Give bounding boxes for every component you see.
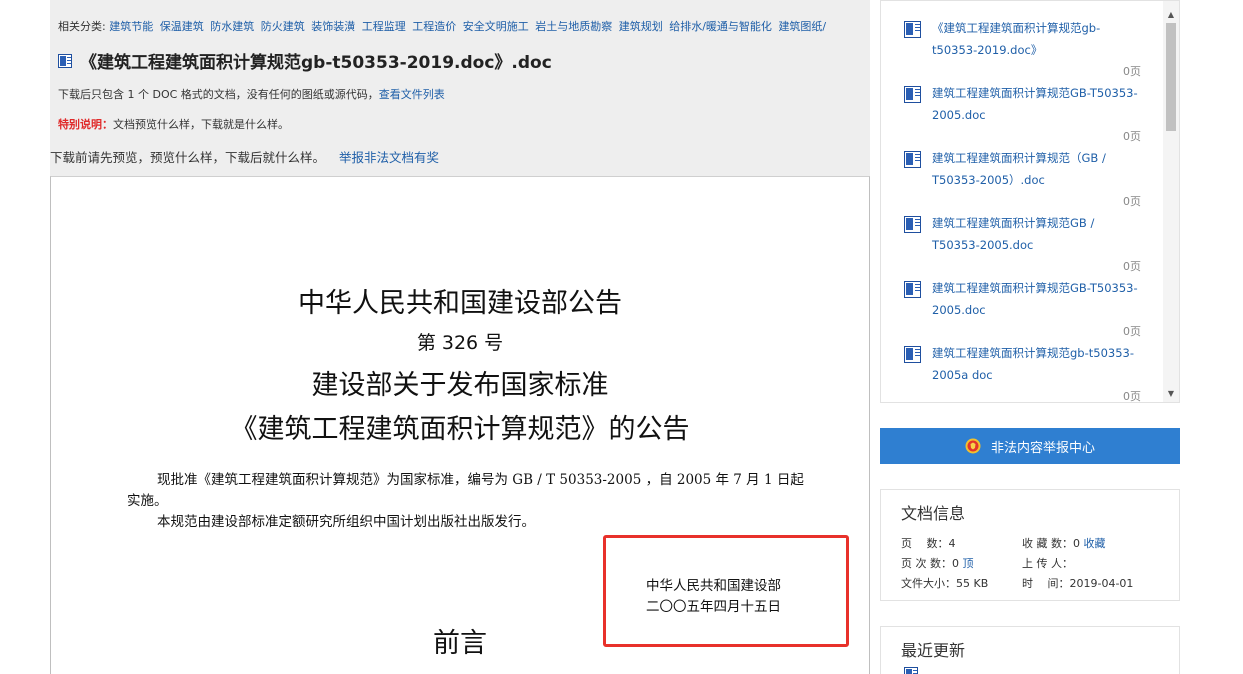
meta-favorites: 收 藏 数：0 收藏 (1022, 534, 1106, 554)
related-item-title[interactable]: 建筑工程建筑面积计算规范GB / T50353-2005.doc (932, 212, 1141, 256)
meta-page-views: 页 次 数：0 顶 (901, 554, 1022, 574)
meta-row: 页 数：4 收 藏 数：0 收藏 (901, 534, 1133, 554)
document-info-box: 相关分类: 建筑节能 保温建筑 防水建筑 防火建筑 装饰装潢 工程监理 工程造价… (50, 0, 870, 176)
download-note-text: 下载后只包含 1 个 DOC 格式的文档，没有任何的图纸或源代码， (58, 88, 379, 101)
recent-updates-title: 最近更新 (901, 641, 966, 660)
page-heading-number: 第 326 号 (416, 332, 504, 354)
meta-pages-value: 4 (948, 537, 956, 550)
report-illegal-link[interactable]: 举报非法文档有奖 (339, 150, 439, 165)
file-list-link[interactable]: 查看文件列表 (379, 88, 445, 101)
related-item-title[interactable]: 建筑工程建筑面积计算规范GB-T50353-2005.doc (932, 277, 1141, 321)
page-heading-announcement: 中华人民共和国建设部公告 (298, 288, 622, 319)
meta-favorites-label: 收 藏 数： (1022, 537, 1073, 550)
word-doc-icon (904, 86, 921, 103)
meta-page-views-value: 0 (952, 557, 959, 570)
favorite-link[interactable]: 收藏 (1084, 537, 1106, 550)
meta-uploader: 上 传 人： (1022, 554, 1073, 574)
document-meta: 页 数：4 收 藏 数：0 收藏 页 次 数：0 顶 上 传 人： 文件大小：5… (901, 534, 1133, 594)
meta-row: 文件大小：55 KB 时 间：2019-04-01 (901, 574, 1133, 594)
related-item-pages: 0页 (1123, 65, 1141, 78)
related-item[interactable]: 《建筑工程建筑面积计算规范gb-t50353-2019.doc》 0页 (901, 17, 1141, 79)
category-link-cost[interactable]: 工程造价 (412, 20, 456, 33)
category-link-planning[interactable]: 建筑规划 (619, 20, 663, 33)
word-doc-icon (58, 53, 72, 68)
category-link-decoration[interactable]: 装饰装潢 (311, 20, 355, 33)
police-badge-icon (965, 438, 981, 454)
meta-favorites-value: 0 (1073, 537, 1080, 550)
related-item[interactable]: 建筑工程建筑面积计算规范GB-T50353-2005.doc 0页 (901, 82, 1141, 144)
document-info-panel: 文档信息 页 数：4 收 藏 数：0 收藏 页 次 数：0 顶 上 传 人： 文… (880, 489, 1180, 601)
meta-size-label: 文件大小： (901, 577, 956, 590)
related-item-pages: 0页 (1123, 195, 1141, 208)
meta-pages-label: 页 数： (901, 537, 949, 550)
word-doc-icon (904, 281, 921, 298)
related-item-pages: 0页 (1123, 325, 1141, 338)
meta-file-size: 文件大小：55 KB (901, 574, 1022, 594)
meta-row: 页 次 数：0 顶 上 传 人： (901, 554, 1133, 574)
special-note-text: 文档预览什么样，下载就是什么样。 (113, 118, 289, 131)
page-heading-subject: 建设部关于发布国家标准 (311, 370, 609, 401)
special-note: 特别说明：文档预览什么样，下载就是什么样。 (58, 116, 289, 132)
page-heading-standard: 《建筑工程建筑面积计算规范》的公告 (230, 414, 690, 445)
meta-time-label: 时 间： (1022, 577, 1070, 590)
category-link-safety[interactable]: 安全文明施工 (463, 20, 529, 33)
category-link-fireproof[interactable]: 防火建筑 (261, 20, 305, 33)
page-body-publisher: 本规范由建设部标准定额研究所组织中国计划出版社出版发行。 (157, 514, 535, 530)
word-doc-icon (904, 667, 918, 674)
related-item[interactable]: 建筑工程建筑面积计算规范（GB / T50353-2005）.doc 0页 (901, 147, 1141, 209)
category-line: 相关分类: 建筑节能 保温建筑 防水建筑 防火建筑 装饰装潢 工程监理 工程造价… (58, 18, 829, 34)
meta-page-views-label: 页 次 数： (901, 557, 952, 570)
word-doc-icon (904, 346, 921, 363)
signature-issuer: 中华人民共和国建设部 (646, 578, 781, 594)
scroll-down-arrow-icon[interactable]: ▼ (1163, 386, 1179, 402)
category-link-building-energy[interactable]: 建筑节能 (109, 20, 153, 33)
word-doc-icon (904, 21, 921, 38)
signature-date: 二〇〇五年四月十五日 (646, 599, 781, 615)
category-link-insulation[interactable]: 保温建筑 (160, 20, 204, 33)
download-note: 下载后只包含 1 个 DOC 格式的文档，没有任何的图纸或源代码，查看文件列表 (58, 86, 445, 102)
report-center-button[interactable]: 非法内容举报中心 (880, 428, 1180, 464)
preview-note-text: 下载前请先预览，预览什么样，下载后就什么样。 (50, 150, 326, 165)
related-item[interactable]: 建筑工程建筑面积计算规范GB / T50353-2005.doc 0页 (901, 212, 1141, 274)
related-item-title[interactable]: 建筑工程建筑面积计算规范GB-T50353-2005.doc (932, 82, 1141, 126)
document-title-row: 《建筑工程建筑面积计算规范gb-t50353-2019.doc》.doc (58, 48, 552, 73)
related-scrollbar[interactable]: ▲ ▼ (1163, 1, 1179, 402)
word-doc-icon (904, 216, 921, 233)
category-label: 相关分类: (58, 20, 106, 33)
related-item-title[interactable]: 《建筑工程建筑面积计算规范gb-t50353-2019.doc》 (932, 17, 1141, 61)
meta-time-value: 2019-04-01 (1069, 577, 1134, 590)
signature-text: 中华人民共和国建设部 二〇〇五年四月十五日 (646, 576, 781, 618)
document-title: 《建筑工程建筑面积计算规范gb-t50353-2019.doc》.doc (80, 53, 552, 73)
document-preview-page: 中华人民共和国建设部公告 第 326 号 建设部关于发布国家标准 《建筑工程建筑… (50, 176, 870, 674)
related-item-title[interactable]: 建筑工程建筑面积计算规范（GB / T50353-2005）.doc (932, 147, 1141, 191)
recent-updates-panel: 最近更新 (880, 626, 1180, 674)
category-link-drawings[interactable]: 建筑图纸/ (778, 20, 826, 33)
related-item[interactable]: 建筑工程建筑面积计算规范gb-t50353-2005a doc 0页 (901, 342, 1141, 403)
related-item-pages: 0页 (1123, 130, 1141, 143)
preview-note: 下载前请先预览，预览什么样，下载后就什么样。 举报非法文档有奖 (50, 147, 439, 166)
category-link-geotech[interactable]: 岩土与地质勘察 (535, 20, 612, 33)
upvote-link[interactable]: 顶 (963, 557, 974, 570)
related-item-title[interactable]: 建筑工程建筑面积计算规范gb-t50353-2005a doc (932, 342, 1141, 386)
related-documents-panel[interactable]: 《建筑工程建筑面积计算规范gb-t50353-2019.doc》 0页 建筑工程… (880, 0, 1180, 403)
category-link-waterproof[interactable]: 防水建筑 (210, 20, 254, 33)
special-note-label: 特别说明： (58, 118, 113, 131)
report-center-label: 非法内容举报中心 (990, 440, 1095, 456)
category-link-supervision[interactable]: 工程监理 (362, 20, 406, 33)
category-link-hvac[interactable]: 给排水/暖通与智能化 (669, 20, 772, 33)
scroll-thumb[interactable] (1166, 23, 1176, 131)
page-body-approval: 现批准《建筑工程建筑面积计算规范》为国家标准，编号为 GB / T 50353-… (127, 472, 804, 509)
related-item-pages: 0页 (1123, 260, 1141, 273)
page-heading-foreword: 前言 (433, 628, 487, 659)
meta-uploader-label: 上 传 人： (1022, 557, 1073, 570)
meta-size-value: 55 KB (956, 577, 989, 590)
word-doc-icon (904, 151, 921, 168)
meta-time: 时 间：2019-04-01 (1022, 574, 1133, 594)
scroll-up-arrow-icon[interactable]: ▲ (1163, 7, 1179, 23)
related-item[interactable]: 建筑工程建筑面积计算规范GB-T50353-2005.doc 0页 (901, 277, 1141, 339)
related-item-pages: 0页 (1123, 390, 1141, 403)
document-info-title: 文档信息 (901, 504, 966, 523)
meta-pages: 页 数：4 (901, 534, 1022, 554)
